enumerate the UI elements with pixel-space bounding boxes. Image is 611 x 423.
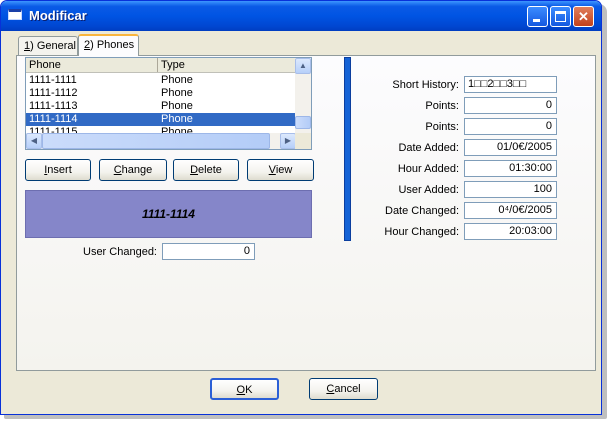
window-app-icon	[8, 9, 22, 20]
list-item[interactable]: 1111-1113 Phone	[26, 100, 296, 113]
list-item[interactable]: 1111-1111 Phone	[26, 74, 296, 87]
date-changed-field[interactable]: 0⁴/0€/2005	[464, 202, 557, 219]
horizontal-scroll-thumb[interactable]	[42, 133, 270, 149]
scroll-right-icon[interactable]: ▶	[280, 133, 296, 149]
view-key: V	[268, 164, 276, 176]
maximize-button[interactable]	[550, 6, 571, 27]
points-field[interactable]: 0	[464, 97, 557, 114]
dialog-window: Modificar ✕ 1) General 2) Phones Phone T…	[0, 0, 602, 415]
hour-added-field[interactable]: 01:30:00	[464, 160, 557, 177]
detail-label: Hour Added:	[397, 163, 459, 175]
view-label: iew	[275, 164, 293, 176]
title-bar[interactable]: Modificar ✕	[1, 1, 601, 31]
scroll-left-icon[interactable]: ◀	[26, 133, 42, 149]
detail-label: Hour Changed:	[384, 226, 459, 238]
list-item-selected[interactable]: 1111-1114 Phone	[26, 113, 296, 126]
detail-label: Date Changed:	[385, 205, 459, 217]
detail-label: Points:	[425, 121, 459, 133]
type-cell: Phone	[161, 87, 193, 99]
cancel-label: ancel	[334, 383, 361, 395]
change-button[interactable]: Change	[99, 159, 167, 181]
type-cell: Phone	[161, 100, 193, 112]
window-title: Modificar	[29, 8, 87, 23]
date-added-field[interactable]: 01/0€/2005	[464, 139, 557, 156]
tab-general[interactable]: 1) General	[18, 36, 78, 55]
user-added-field[interactable]: 100	[464, 181, 557, 198]
detail-label: Short History:	[392, 79, 459, 91]
vertical-scrollbar[interactable]: ▲ ▼	[295, 58, 311, 134]
scroll-up-icon[interactable]: ▲	[295, 58, 311, 74]
phones-list[interactable]: Phone Type 1111-1111 Phone 1111-1112 Pho…	[25, 57, 312, 150]
scrollbar-corner	[295, 133, 311, 149]
insert-button[interactable]: Insert	[25, 159, 91, 181]
tab-phones[interactable]: 2) Phones	[78, 34, 139, 56]
list-item[interactable]: 1111-1112 Phone	[26, 87, 296, 100]
maximize-icon	[555, 11, 566, 22]
delete-label: elete	[198, 164, 222, 176]
selected-phone-display: 1111-1114	[25, 190, 312, 238]
splitter-bar[interactable]	[344, 57, 351, 241]
user-changed-label: User Changed:	[83, 246, 157, 258]
ok-label: K	[245, 384, 253, 396]
insert-label: nsert	[47, 164, 72, 176]
type-cell: Phone	[161, 113, 193, 125]
phone-cell: 1111-1113	[29, 100, 78, 112]
ok-button[interactable]: OK	[210, 378, 279, 400]
delete-key: D	[190, 164, 199, 176]
column-header-phone[interactable]: Phone	[26, 58, 158, 72]
detail-label: Date Added:	[398, 142, 459, 154]
change-label: hange	[121, 164, 153, 176]
horizontal-scrollbar[interactable]: ◀ ▶	[26, 133, 296, 149]
column-header-type[interactable]: Type	[158, 58, 296, 72]
vertical-scroll-thumb[interactable]	[295, 116, 311, 129]
detail-label: User Added:	[398, 184, 459, 196]
phone-cell: 1111-1112	[29, 87, 78, 99]
phone-cell: 1111-1114	[29, 113, 78, 125]
points-field-2[interactable]: 0	[464, 118, 557, 135]
close-icon: ✕	[578, 9, 589, 24]
detail-label: Points:	[425, 100, 459, 112]
delete-button[interactable]: Delete	[173, 159, 239, 181]
phone-cell: 1111-1111	[29, 74, 77, 86]
close-button[interactable]: ✕	[573, 6, 594, 27]
cancel-button[interactable]: Cancel	[309, 378, 378, 400]
list-header: Phone Type	[26, 58, 296, 73]
minimize-button[interactable]	[527, 6, 548, 27]
ok-key: O	[236, 384, 246, 396]
change-key: C	[113, 164, 122, 176]
view-button[interactable]: View	[247, 159, 314, 181]
tab-phones-label: ) Phones	[90, 39, 135, 51]
user-changed-field[interactable]: 0	[162, 243, 255, 260]
tab-general-label: ) General	[30, 40, 76, 52]
short-history-field[interactable]: 1□□2□□3□□	[464, 76, 557, 93]
minimize-icon	[533, 19, 540, 22]
type-cell: Phone	[161, 74, 193, 86]
hour-changed-field[interactable]: 20:03:00	[464, 223, 557, 240]
